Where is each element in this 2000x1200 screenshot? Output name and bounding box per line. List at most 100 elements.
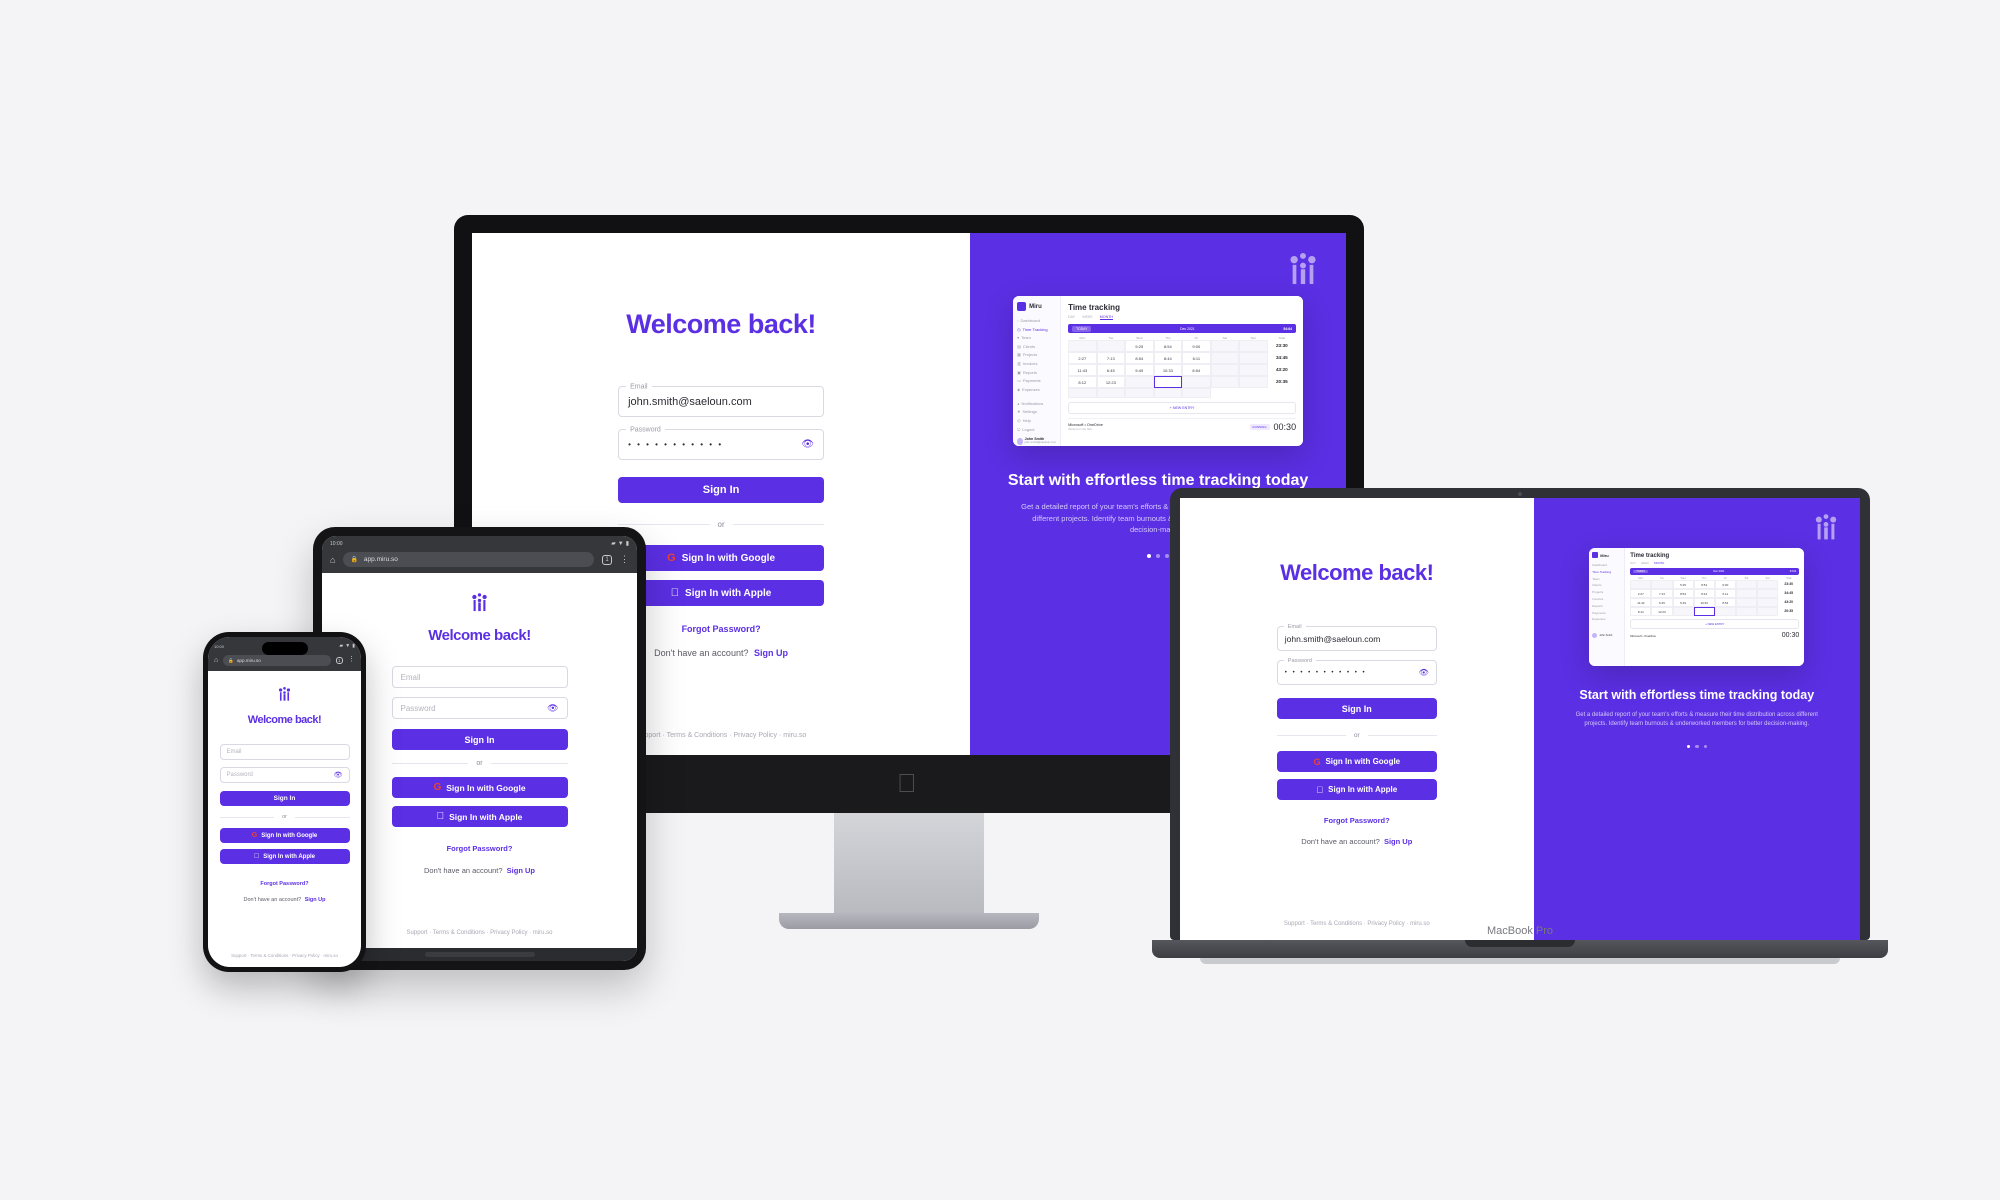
cal-cell[interactable]	[1735, 580, 1758, 589]
cal-cell[interactable]: 7:13	[1651, 589, 1673, 598]
cal-cell[interactable]	[1125, 388, 1154, 398]
password-field[interactable]: Password • • • • • • • • • • • 👁	[618, 426, 825, 460]
preview-nav-item[interactable]: ◈ Expenses	[1017, 387, 1056, 392]
cal-cell[interactable]	[1757, 589, 1779, 598]
cal-cell[interactable]: 9:00	[1182, 340, 1211, 352]
sign-in-google-button[interactable]: G Sign In with Google	[219, 828, 350, 843]
sign-in-button[interactable]: Sign In	[618, 477, 825, 503]
cal-cell[interactable]	[1757, 598, 1779, 607]
cal-cell[interactable]: 8:12	[1068, 376, 1097, 388]
tab-month[interactable]: MONTH	[1099, 315, 1113, 320]
sign-in-button[interactable]: Sign In	[219, 791, 350, 806]
tab-count-button[interactable]: 1	[335, 656, 343, 665]
sign-in-apple-button[interactable]:  Sign In with Apple	[219, 849, 350, 864]
eye-icon[interactable]: 👁	[801, 439, 814, 450]
kebab-menu-icon[interactable]: ⋮	[620, 554, 629, 564]
forgot-password-link[interactable]: Forgot Password?	[1324, 816, 1390, 825]
cal-cell[interactable]	[1096, 388, 1126, 398]
preview-nav-item[interactable]: Projects	[1592, 590, 1621, 594]
slider-dot-2[interactable]	[1695, 744, 1699, 749]
cal-cell[interactable]	[1735, 589, 1758, 598]
email-field[interactable]: Email john.smith@saeloun.com	[618, 383, 825, 417]
preview-nav-item[interactable]: Reports	[1592, 604, 1621, 608]
preview-nav-item[interactable]: ▭ Payments	[1017, 378, 1056, 383]
cal-cell[interactable]: 9:00	[1714, 580, 1736, 589]
slider-dot-1[interactable]	[1686, 744, 1691, 749]
cal-cell[interactable]: 12:23	[1651, 607, 1673, 616]
preview-nav-item[interactable]: Expenses	[1592, 617, 1621, 621]
email-field[interactable]: Email	[391, 666, 568, 688]
sign-up-link[interactable]: Sign Up	[754, 648, 788, 658]
sign-in-google-button[interactable]: G Sign In with Google	[391, 777, 568, 798]
preview-nav-item[interactable]: ✷ Settings	[1017, 409, 1056, 414]
cal-cell[interactable]: 8:54	[1693, 580, 1715, 589]
tab-week[interactable]: WEEK	[1641, 561, 1649, 565]
cal-cell[interactable]	[1239, 340, 1268, 352]
preview-nav-item[interactable]: ◎ Help	[1017, 418, 1056, 423]
cal-cell-selected[interactable]	[1693, 607, 1715, 616]
password-field[interactable]: Password 👁	[219, 767, 350, 783]
preview-nav-item[interactable]: Clients	[1592, 583, 1621, 587]
cal-cell[interactable]	[1125, 376, 1154, 388]
preview-nav-item-active[interactable]: ◷ Time Tracking	[1017, 327, 1056, 332]
cal-cell-selected[interactable]	[1153, 376, 1183, 388]
cal-cell[interactable]	[1714, 607, 1736, 616]
cal-cell[interactable]	[1182, 388, 1211, 398]
cal-cell[interactable]	[1735, 598, 1758, 607]
cal-cell[interactable]	[1630, 580, 1652, 589]
preview-nav-item[interactable]: Invoices	[1592, 597, 1621, 601]
preview-user-chip[interactable]: John Smith	[1592, 633, 1621, 639]
kebab-menu-icon[interactable]: ⋮	[348, 656, 355, 663]
footer-links[interactable]: Support · Terms & Conditions · Privacy P…	[322, 930, 637, 936]
cal-cell[interactable]	[1096, 340, 1126, 352]
preview-nav-item[interactable]: ◕ Notifications	[1017, 401, 1056, 406]
cal-cell[interactable]: 6:11	[1714, 589, 1736, 598]
cal-cell[interactable]	[1068, 388, 1097, 398]
cal-cell[interactable]: 11:43	[1630, 598, 1652, 607]
tab-day[interactable]: DAY	[1630, 561, 1636, 565]
preview-nav-item[interactable]: Dashboard	[1592, 563, 1621, 567]
cal-cell[interactable]	[1672, 607, 1694, 616]
cal-cell[interactable]	[1153, 388, 1183, 398]
home-icon[interactable]: ⌂	[330, 555, 335, 565]
preview-nav-item[interactable]: ▥ Invoices	[1017, 361, 1056, 366]
cal-cell[interactable]: 11:43	[1068, 364, 1097, 376]
cal-cell[interactable]: 5:25	[1672, 580, 1694, 589]
cal-cell[interactable]	[1210, 376, 1240, 388]
cal-cell[interactable]: 8:54	[1672, 589, 1694, 598]
cal-cell[interactable]: 8:44	[1693, 589, 1715, 598]
preview-nav-item[interactable]: ▦ Projects	[1017, 352, 1056, 357]
cal-cell[interactable]	[1068, 340, 1097, 352]
cal-cell[interactable]	[1210, 352, 1240, 364]
cal-cell[interactable]: 2:27	[1068, 352, 1097, 364]
cal-cell[interactable]: 8:12	[1630, 607, 1652, 616]
preview-nav-item[interactable]: ▾ Team	[1017, 335, 1056, 340]
preview-nav-item[interactable]: Team	[1592, 577, 1621, 581]
cal-cell[interactable]	[1757, 580, 1779, 589]
cal-cell[interactable]: 10:33	[1693, 598, 1715, 607]
sign-in-apple-button[interactable]:  Sign In with Apple	[618, 580, 825, 606]
cal-cell[interactable]: 8:54	[1125, 352, 1154, 364]
preview-nav-item[interactable]: ▣ Reports	[1017, 370, 1056, 375]
cal-cell[interactable]: 7:13	[1096, 352, 1126, 364]
eye-icon[interactable]: 👁	[334, 771, 343, 779]
preview-nav-item-active[interactable]: Time Tracking	[1592, 570, 1621, 574]
hero-slider-dots[interactable]	[1686, 744, 1708, 749]
cal-cell[interactable]: 8:54	[1714, 598, 1736, 607]
today-button[interactable]: TODAY	[1633, 570, 1648, 573]
slider-dot-1[interactable]	[1147, 553, 1152, 558]
slider-dot-3[interactable]	[1703, 744, 1708, 749]
sign-up-link[interactable]: Sign Up	[305, 897, 326, 903]
cal-cell[interactable]: 8:54	[1182, 364, 1211, 376]
forgot-password-link[interactable]: Forgot Password?	[447, 844, 513, 853]
cal-cell[interactable]	[1239, 376, 1268, 388]
address-bar[interactable]: 🔒 app.miru.so	[343, 552, 594, 567]
cal-cell[interactable]: 6:45	[1096, 364, 1126, 376]
eye-icon[interactable]: 👁	[547, 703, 558, 714]
cal-cell[interactable]	[1735, 607, 1758, 616]
sign-in-button[interactable]: Sign In	[1276, 698, 1437, 719]
password-field[interactable]: Password • • • • • • • • • • • 👁	[1276, 658, 1437, 685]
password-field[interactable]: Password 👁	[391, 697, 568, 719]
cal-cell[interactable]	[1239, 352, 1268, 364]
home-icon[interactable]: ⌂	[214, 657, 218, 664]
